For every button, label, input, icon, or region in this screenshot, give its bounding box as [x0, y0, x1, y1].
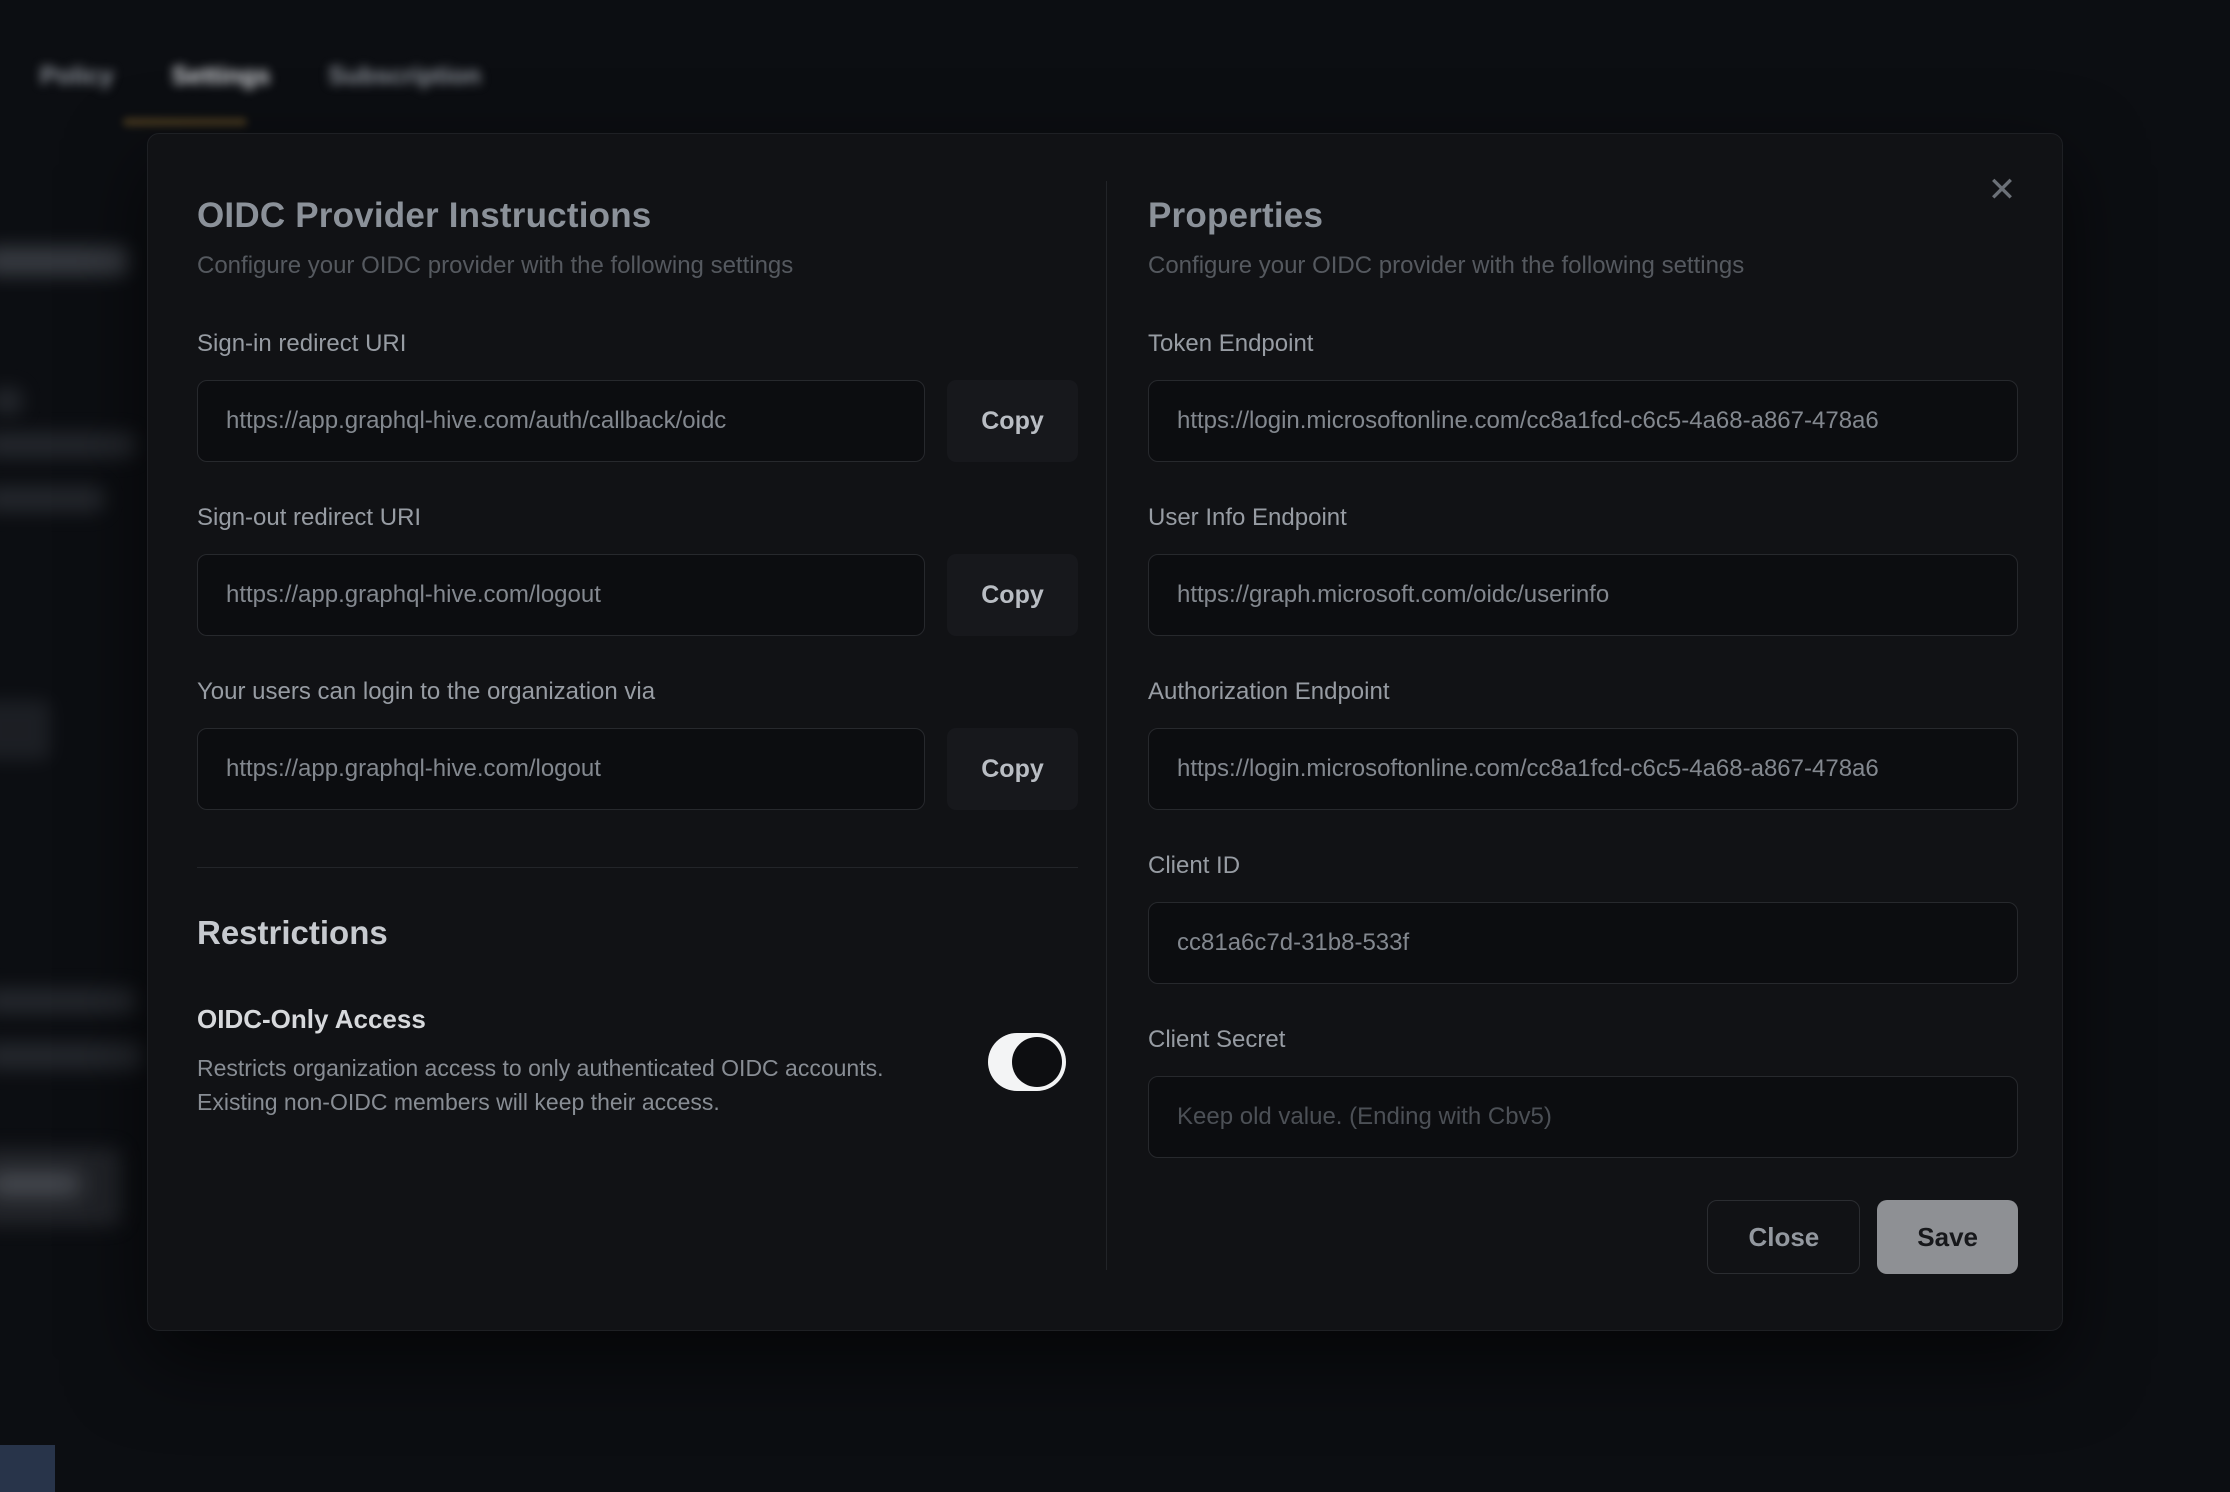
- login-via-input[interactable]: [197, 728, 925, 810]
- background-blur-button-label: [0, 1174, 80, 1194]
- instructions-column: OIDC Provider Instructions Configure you…: [197, 196, 1078, 1119]
- toggle-knob: [1012, 1037, 1062, 1087]
- oidc-only-access-desc-line2: Existing non-OIDC members will keep thei…: [197, 1085, 884, 1119]
- oidc-only-access-desc-line1: Restricts organization access to only au…: [197, 1051, 884, 1085]
- background-blur-fragment: [0, 1042, 142, 1070]
- token-endpoint-input[interactable]: [1148, 380, 2018, 462]
- active-tab-underline: [123, 118, 247, 126]
- client-id-label: Client ID: [1148, 852, 2018, 880]
- copy-signin-button[interactable]: Copy: [947, 380, 1078, 462]
- signin-redirect-input[interactable]: [197, 380, 925, 462]
- client-secret-field: Client Secret: [1148, 1026, 2018, 1158]
- instructions-title: OIDC Provider Instructions: [197, 196, 1078, 236]
- signout-redirect-label: Sign-out redirect URI: [197, 504, 1078, 532]
- token-endpoint-label: Token Endpoint: [1148, 330, 2018, 358]
- background-blur-fragment: [0, 486, 104, 512]
- corner-artifact: [0, 1445, 55, 1492]
- tab-subscription[interactable]: Subscription: [328, 62, 481, 91]
- background-blur-fragment: [0, 988, 136, 1014]
- userinfo-endpoint-label: User Info Endpoint: [1148, 504, 2018, 532]
- background-blur-fragment: [0, 432, 136, 458]
- authorization-endpoint-label: Authorization Endpoint: [1148, 678, 2018, 706]
- oidc-settings-dialog: ✕ OIDC Provider Instructions Configure y…: [147, 133, 2063, 1331]
- dialog-actions: Close Save: [1148, 1200, 2018, 1274]
- background-blur-fragment: [0, 388, 22, 414]
- userinfo-endpoint-input[interactable]: [1148, 554, 2018, 636]
- client-secret-label: Client Secret: [1148, 1026, 2018, 1054]
- oidc-only-access-row: OIDC-Only Access Restricts organization …: [197, 1004, 1078, 1119]
- oidc-only-access-toggle[interactable]: [988, 1033, 1066, 1091]
- oidc-only-access-label: OIDC-Only Access: [197, 1004, 884, 1035]
- background-blur-fragment: [0, 700, 50, 760]
- signout-redirect-input[interactable]: [197, 554, 925, 636]
- background-blur-button: [0, 1148, 122, 1226]
- close-button[interactable]: Close: [1707, 1200, 1860, 1274]
- page-tabs: Policy Settings Subscription: [40, 62, 481, 91]
- properties-title: Properties: [1148, 196, 2018, 236]
- authorization-endpoint-field: Authorization Endpoint: [1148, 678, 2018, 810]
- copy-login-via-button[interactable]: Copy: [947, 728, 1078, 810]
- tab-settings[interactable]: Settings: [172, 62, 271, 91]
- client-id-field: Client ID: [1148, 852, 2018, 984]
- background-blur-fragment: [0, 246, 128, 276]
- column-divider: [1106, 181, 1107, 1270]
- properties-column: Properties Configure your OIDC provider …: [1148, 196, 2018, 1274]
- client-id-input[interactable]: [1148, 902, 2018, 984]
- properties-subtitle: Configure your OIDC provider with the fo…: [1148, 252, 2018, 280]
- userinfo-endpoint-field: User Info Endpoint: [1148, 504, 2018, 636]
- restrictions-divider: [197, 867, 1078, 868]
- signin-redirect-field: Sign-in redirect URI Copy: [197, 330, 1078, 462]
- instructions-subtitle: Configure your OIDC provider with the fo…: [197, 252, 1078, 280]
- login-via-label: Your users can login to the organization…: [197, 678, 1078, 706]
- restrictions-title: Restrictions: [197, 914, 1078, 952]
- save-button[interactable]: Save: [1877, 1200, 2018, 1274]
- signout-redirect-field: Sign-out redirect URI Copy: [197, 504, 1078, 636]
- authorization-endpoint-input[interactable]: [1148, 728, 2018, 810]
- token-endpoint-field: Token Endpoint: [1148, 330, 2018, 462]
- signin-redirect-label: Sign-in redirect URI: [197, 330, 1078, 358]
- tab-policy[interactable]: Policy: [40, 62, 114, 91]
- client-secret-input[interactable]: [1148, 1076, 2018, 1158]
- copy-signout-button[interactable]: Copy: [947, 554, 1078, 636]
- login-via-field: Your users can login to the organization…: [197, 678, 1078, 810]
